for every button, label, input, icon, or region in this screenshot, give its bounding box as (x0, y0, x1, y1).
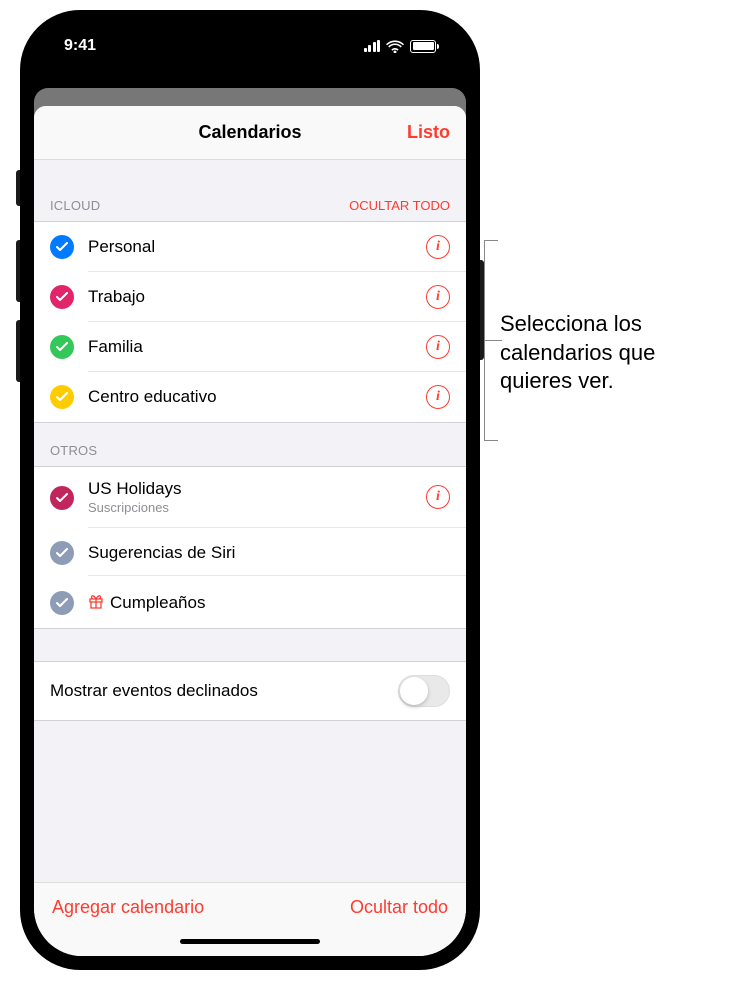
section-label: OTROS (50, 443, 97, 458)
checkmark-icon (50, 335, 74, 359)
calendar-row[interactable]: Trabajo i (34, 272, 466, 322)
wifi-icon (386, 40, 404, 53)
declined-events-toggle[interactable] (398, 675, 450, 707)
calendar-name: Personal (88, 237, 426, 257)
modal-footer: Agregar calendario Ocultar todo (34, 882, 466, 926)
checkmark-icon (50, 385, 74, 409)
hide-all-icloud-button[interactable]: OCULTAR TODO (349, 198, 450, 213)
mute-switch (16, 170, 20, 206)
calendar-row[interactable]: Cumpleaños (34, 578, 466, 628)
declined-events-label: Mostrar eventos declinados (50, 681, 258, 701)
cellular-signal-icon (364, 40, 381, 52)
checkmark-icon (50, 591, 74, 615)
calendar-name: Trabajo (88, 287, 426, 307)
battery-icon (410, 40, 436, 53)
icloud-section-header: ICLOUD OCULTAR TODO (34, 160, 466, 221)
calendar-name: Familia (88, 337, 426, 357)
checkmark-icon (50, 541, 74, 565)
checkmark-icon (50, 235, 74, 259)
info-button[interactable]: i (426, 485, 450, 509)
calendar-name: US Holidays (88, 479, 426, 499)
checkmark-icon (50, 285, 74, 309)
volume-up-button (16, 240, 20, 302)
hide-all-button[interactable]: Ocultar todo (350, 897, 448, 918)
done-button[interactable]: Listo (407, 122, 450, 143)
others-section-header: OTROS (34, 423, 466, 466)
modal-scroll[interactable]: ICLOUD OCULTAR TODO Personal i (34, 160, 466, 882)
callout: Selecciona los calendarios que quieres v… (500, 310, 720, 396)
volume-down-button (16, 320, 20, 382)
info-button[interactable]: i (426, 285, 450, 309)
checkmark-icon (50, 486, 74, 510)
calendar-row[interactable]: Personal i (34, 222, 466, 272)
home-indicator[interactable] (180, 939, 320, 944)
calendar-row[interactable]: Sugerencias de Siri (34, 528, 466, 578)
modal-title: Calendarios (198, 122, 301, 143)
home-indicator-area (34, 926, 466, 956)
calendar-name: Centro educativo (88, 387, 426, 407)
info-button[interactable]: i (426, 235, 450, 259)
icloud-calendar-list: Personal i Trabajo i (34, 221, 466, 423)
section-label: ICLOUD (50, 198, 100, 213)
screen: 9:41 Calendarios Listo I (34, 24, 466, 956)
phone-frame: 9:41 Calendarios Listo I (20, 10, 480, 970)
modal-header: Calendarios Listo (34, 106, 466, 160)
calendar-row[interactable]: US Holidays Suscripciones i (34, 467, 466, 528)
status-time: 9:41 (64, 37, 96, 55)
calendar-row[interactable]: Centro educativo i (34, 372, 466, 422)
notch (150, 24, 350, 54)
callout-bracket (484, 440, 498, 441)
info-button[interactable]: i (426, 335, 450, 359)
others-calendar-list: US Holidays Suscripciones i Sugerencias … (34, 466, 466, 629)
add-calendar-button[interactable]: Agregar calendario (52, 897, 204, 918)
status-indicators (364, 40, 437, 53)
gift-icon (88, 593, 104, 614)
calendar-name: Cumpleaños (110, 593, 205, 613)
callout-text: Selecciona los calendarios que quieres v… (500, 310, 720, 396)
callout-bracket (484, 240, 498, 241)
calendar-row[interactable]: Familia i (34, 322, 466, 372)
declined-events-row[interactable]: Mostrar eventos declinados (34, 661, 466, 721)
info-button[interactable]: i (426, 385, 450, 409)
calendar-name: Sugerencias de Siri (88, 543, 450, 563)
calendars-modal: Calendarios Listo ICLOUD OCULTAR TODO Pe… (34, 106, 466, 956)
calendar-sub: Suscripciones (88, 500, 426, 515)
